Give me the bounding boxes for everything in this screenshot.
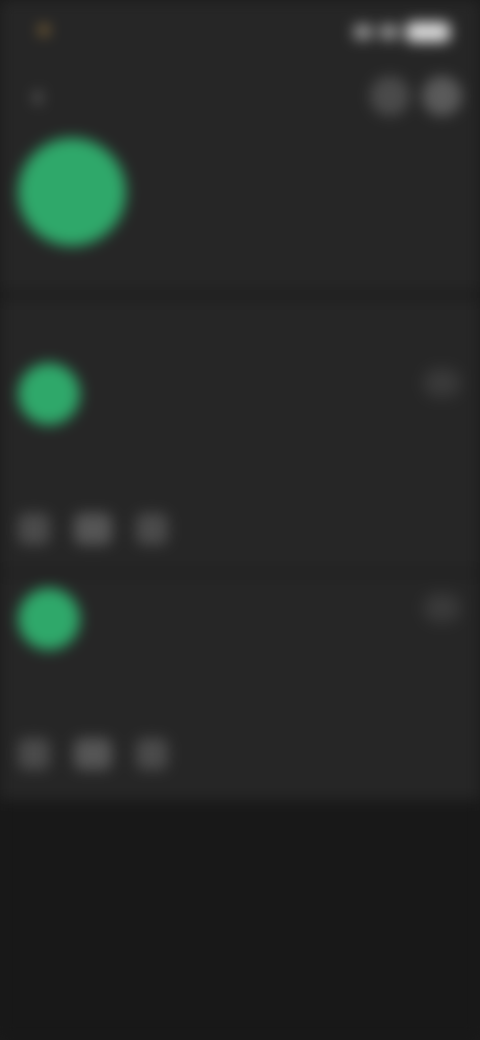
comment-icon[interactable] bbox=[74, 738, 112, 770]
post-more-icon[interactable]: ⋯ bbox=[422, 367, 462, 399]
top-nav: ‹ bbox=[0, 70, 480, 120]
status-icons bbox=[354, 20, 450, 44]
notification-dot-icon bbox=[40, 25, 48, 34]
wifi-icon bbox=[380, 25, 398, 39]
profile-avatar[interactable] bbox=[18, 138, 126, 246]
status-time bbox=[40, 18, 140, 44]
section-divider bbox=[0, 290, 480, 300]
more-icon[interactable] bbox=[422, 76, 462, 116]
battery-icon bbox=[406, 22, 450, 42]
post-actions bbox=[18, 513, 168, 545]
like-icon[interactable] bbox=[18, 513, 50, 545]
bottom-background bbox=[0, 800, 480, 1040]
post-avatar[interactable] bbox=[18, 588, 80, 650]
status-bar bbox=[0, 0, 480, 60]
share-icon[interactable] bbox=[370, 76, 410, 116]
post-more-icon[interactable]: ⋯ bbox=[422, 592, 462, 624]
post-card[interactable]: ⋯ bbox=[0, 580, 480, 790]
share-post-icon[interactable] bbox=[136, 738, 168, 770]
post-separator bbox=[0, 570, 480, 576]
like-icon[interactable] bbox=[18, 738, 50, 770]
post-actions bbox=[18, 738, 168, 770]
app-screen: ‹ ⋯ ⋯ bbox=[0, 0, 480, 1040]
post-card[interactable]: ⋯ bbox=[0, 355, 480, 565]
comment-icon[interactable] bbox=[74, 513, 112, 545]
profile-header bbox=[0, 130, 480, 280]
back-button[interactable]: ‹ bbox=[18, 76, 58, 116]
post-avatar[interactable] bbox=[18, 363, 80, 425]
signal-icon bbox=[354, 25, 372, 39]
profile-stats bbox=[140, 186, 192, 190]
share-post-icon[interactable] bbox=[136, 513, 168, 545]
